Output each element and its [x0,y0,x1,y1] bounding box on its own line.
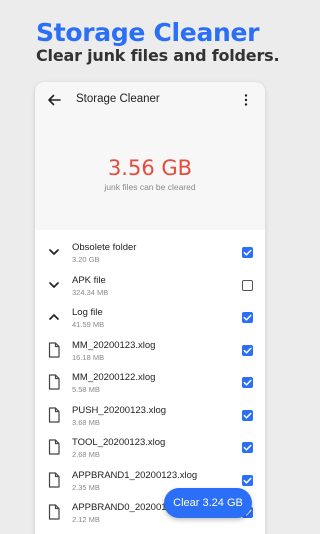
list-item[interactable]: TOOL_20200123.xlog 2.68 MB [35,431,265,463]
check-icon [243,379,252,386]
item-checkbox[interactable] [242,279,253,291]
item-name: MM_20200123.xlog [72,339,156,351]
check-icon [243,314,252,321]
more-vert-icon[interactable] [242,93,250,107]
item-size: 2.12 MB [72,515,100,524]
app-bar: Storage Cleaner [35,82,265,118]
item-checkbox[interactable] [242,474,253,486]
check-icon [243,412,252,419]
list-item[interactable]: MM_20200122.xlog 5.58 MB [35,366,265,398]
check-icon [243,444,252,451]
file-icon [48,504,60,520]
junk-size-value: 3.56 GB [107,156,193,180]
list-item[interactable]: Obsolete folder 3.20 GB [35,236,265,268]
item-size: 3.20 GB [72,255,100,264]
item-checkbox[interactable] [242,377,253,388]
promo-subtitle: Clear junk files and folders. [36,46,280,65]
item-size: 5.58 MB [72,385,100,394]
item-size: 324.34 MB [72,287,109,297]
item-name: APPBRAND1_20200123.xlog [72,469,198,481]
file-icon [48,341,60,358]
chevron-up-icon[interactable] [47,309,61,325]
list-item[interactable]: PUSH_20200123.xlog 3.68 MB [35,399,265,431]
chevron-down-icon[interactable] [47,277,61,293]
phone-screen: Storage Cleaner 3.56 GB junk files can b… [35,82,265,534]
clear-button[interactable]: Clear 3.24 GB [164,488,252,518]
item-size: 41.59 MB [72,320,105,329]
item-checkbox[interactable] [242,312,253,323]
list-item[interactable]: Log file 41.59 MB [35,301,265,333]
check-icon [243,249,252,256]
check-icon [243,477,252,484]
item-checkbox[interactable] [242,409,253,421]
app-bar-title: Storage Cleaner [76,93,160,105]
item-name: Obsolete folder [72,242,137,253]
file-icon [48,406,60,423]
back-arrow-icon[interactable] [47,93,61,107]
list-item[interactable]: MM_20200123.xlog 16.18 MB [35,334,265,366]
file-icon [48,374,60,390]
item-name: TOOL_20200123.xlog [72,437,166,448]
item-name: APK file [72,274,106,286]
check-icon [243,347,252,354]
item-name: MM_20200122.xlog [72,372,156,383]
file-icon [48,471,60,488]
item-size: 2.68 MB [72,450,100,459]
item-name: PUSH_20200123.xlog [72,404,167,416]
summary-header: Storage Cleaner 3.56 GB junk files can b… [35,82,265,230]
item-size: 3.68 MB [72,417,100,427]
chevron-down-icon[interactable] [47,244,61,260]
item-checkbox[interactable] [242,247,253,258]
item-name: Log file [72,307,103,318]
item-size: 2.35 MB [72,482,100,492]
item-checkbox[interactable] [242,344,253,356]
file-icon [48,439,60,455]
promo-title: Storage Cleaner [36,18,260,47]
list-item[interactable]: APK file 324.34 MB [35,269,265,301]
junk-size-caption: junk files can be cleared [104,182,196,192]
item-size: 16.18 MB [72,352,105,362]
item-checkbox[interactable] [242,442,253,453]
